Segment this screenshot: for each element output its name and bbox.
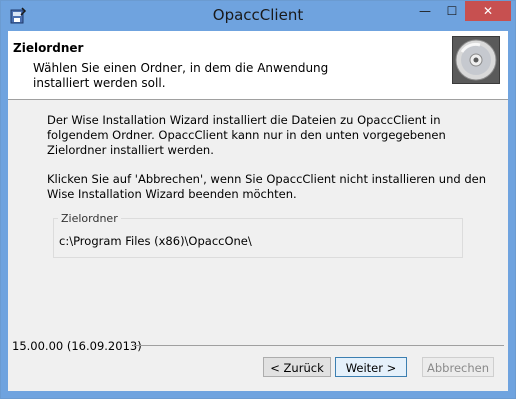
page-description: Wählen Sie einen Ordner, in dem die Anwe… <box>33 61 329 90</box>
title-bar[interactable]: OpaccClient — ☐ ✕ <box>1 1 515 31</box>
header-banner: Zielordner Wählen Sie einen Ordner, in d… <box>8 31 508 99</box>
maximize-button[interactable]: ☐ <box>439 1 465 21</box>
install-folder-path: c:\Program Files (x86)\OpaccOne\ <box>59 234 252 248</box>
next-button[interactable]: Weiter > <box>335 357 407 377</box>
folder-group-label: Zielordner <box>58 212 121 225</box>
info-text: Der Wise Installation Wizard installiert… <box>47 113 446 157</box>
minimize-button[interactable]: — <box>411 1 439 21</box>
close-button[interactable]: ✕ <box>465 1 511 21</box>
page-title: Zielordner <box>13 41 84 55</box>
disc-icon <box>452 36 500 84</box>
cancel-hint-text: Klicken Sie auf 'Abbrechen', wenn Sie Op… <box>47 172 486 201</box>
dialog-content: Zielordner Wählen Sie einen Ordner, in d… <box>8 31 508 391</box>
header-divider <box>8 99 508 100</box>
cancel-button[interactable]: Abbrechen <box>422 357 494 377</box>
installer-window: OpaccClient — ☐ ✕ Zielordner Wählen Sie … <box>0 0 516 399</box>
back-button[interactable]: < Zurück <box>263 357 331 377</box>
footer-divider <box>133 345 504 346</box>
version-label: 15.00.00 (16.09.2013) <box>12 339 142 353</box>
